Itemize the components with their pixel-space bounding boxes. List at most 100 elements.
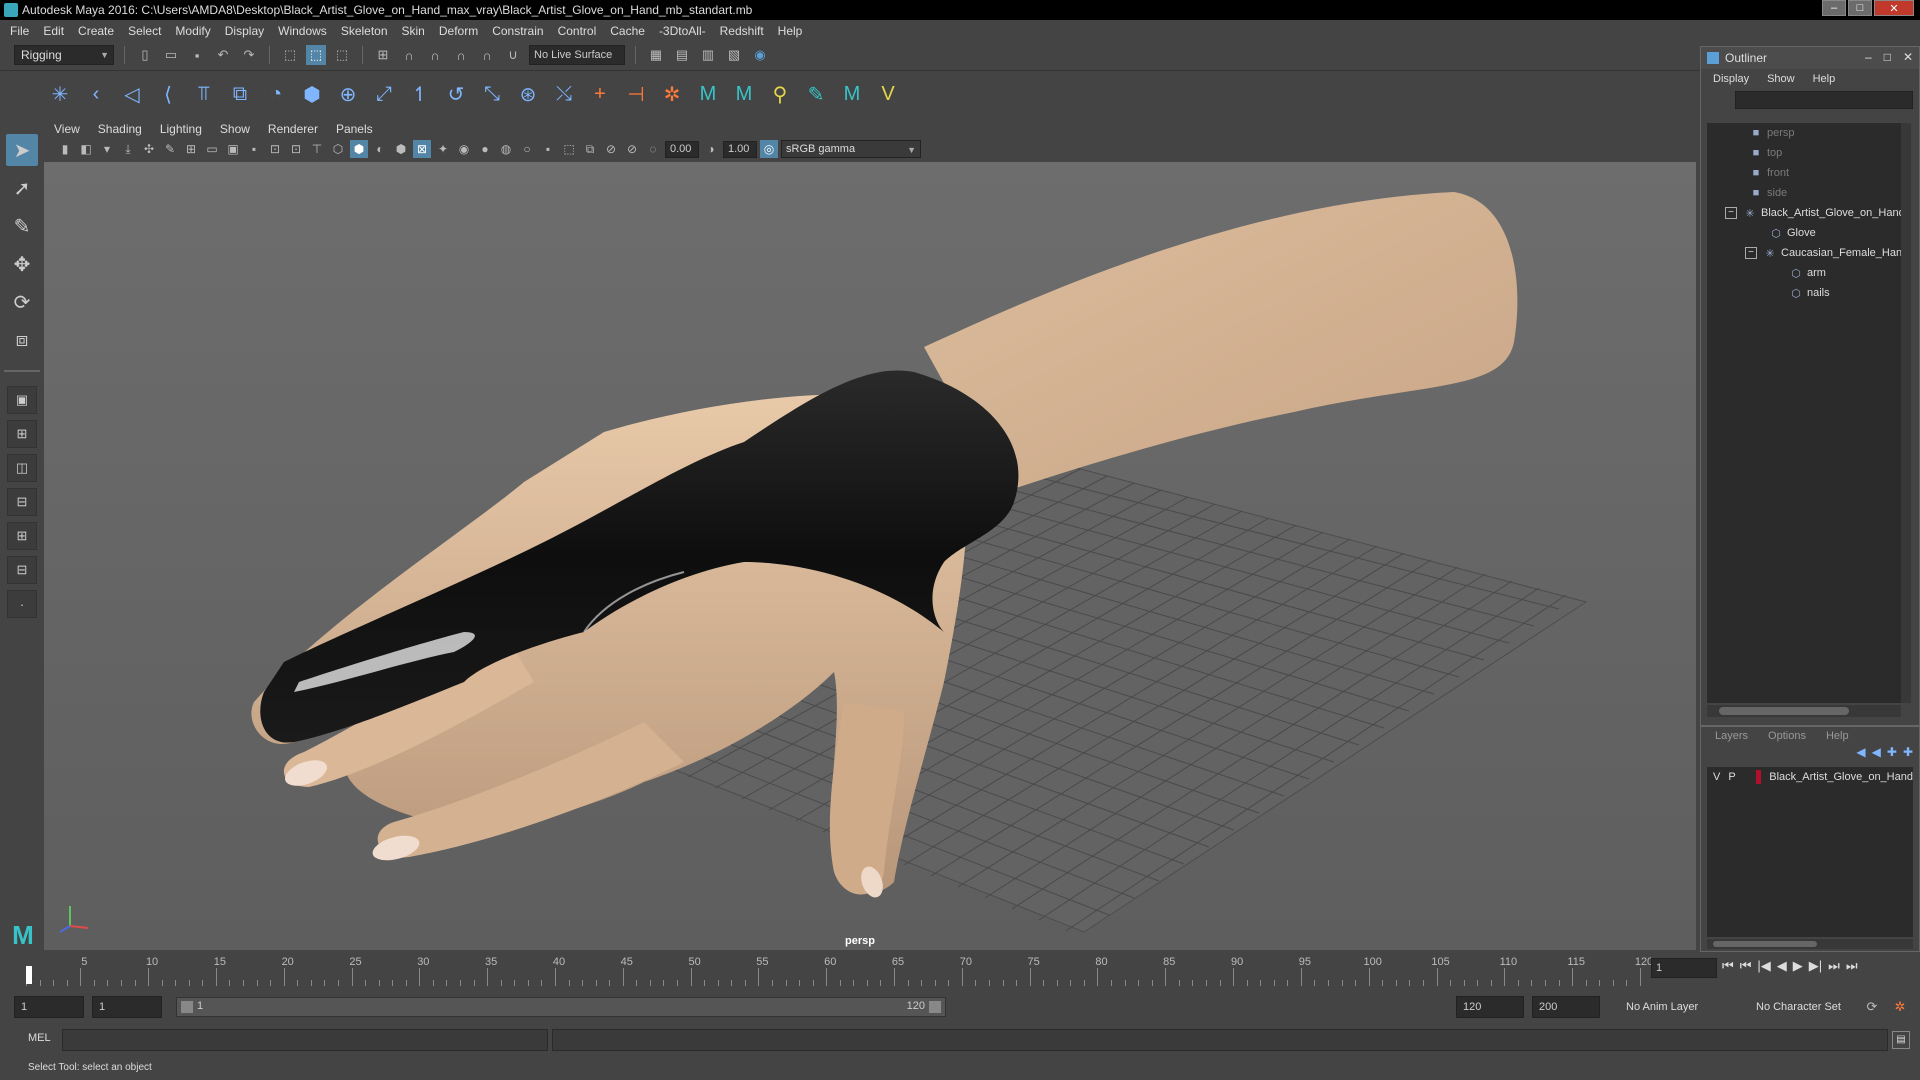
layout-two-icon[interactable]: ◫ [7,454,37,482]
layer-menu-options[interactable]: Options [1768,730,1806,742]
maya-tool-c-icon[interactable]: M [838,81,866,109]
shadows-icon[interactable]: ◉ [455,140,473,158]
outliner-maximize-button[interactable]: □ [1884,50,1891,64]
scale-constraint-icon[interactable]: ⤡ [478,81,506,109]
outliner-item-nails[interactable]: ⬡ nails [1707,283,1911,303]
menu-select[interactable]: Select [128,24,161,38]
gate-mask-icon[interactable]: ▪ [245,140,263,158]
anim-layer-dropdown[interactable]: No Anim Layer [1620,997,1740,1017]
camera-attributes-icon[interactable]: ◧ [77,140,95,158]
preferences-icon[interactable]: ✲ [1890,997,1910,1017]
layer-horizontal-scrollbar[interactable] [1707,939,1913,949]
depth-of-field-icon[interactable]: ▪ [539,140,557,158]
layer-menu-layers[interactable]: Layers [1715,730,1748,742]
step-back-frame-icon[interactable]: |◀ [1757,958,1770,974]
menu-modify[interactable]: Modify [175,24,210,38]
point-constraint-icon[interactable]: ⤢ [370,81,398,109]
layer-visibility-toggle[interactable]: V [1713,771,1720,783]
minimize-button[interactable]: – [1822,0,1846,16]
image-plane-icon[interactable]: ⤓ [119,140,137,158]
layout-single-icon[interactable]: ▣ [7,386,37,414]
collapse-icon[interactable]: − [1725,207,1737,219]
wireframe-icon[interactable]: ⬡ [329,140,347,158]
viewport-menu-view[interactable]: View [54,122,80,136]
layout-custom-icon[interactable]: · [7,590,37,618]
outliner-menu-help[interactable]: Help [1813,73,1836,85]
orient-constraint-icon[interactable]: ↺ [442,81,470,109]
go-to-start-icon[interactable]: ⏮ [1722,958,1734,974]
script-editor-icon[interactable]: ▤ [1892,1031,1910,1049]
snap-view-icon[interactable]: ∩ [451,45,471,65]
scrollbar-thumb[interactable] [1713,941,1817,947]
two-d-pan-icon[interactable]: ✣ [140,140,158,158]
paint-weights-icon[interactable]: ◔ [262,81,290,109]
new-layer-icon[interactable]: ✚ [1887,745,1897,765]
outliner-item-top[interactable]: ■ top [1707,143,1911,163]
gamma-icon[interactable]: ◑ [702,140,720,158]
xray-icon[interactable]: ⧉ [581,140,599,158]
select-hierarchy-icon[interactable]: ⬚ [280,45,300,65]
film-gate-icon[interactable]: ▭ [203,140,221,158]
viewport-menu-panels[interactable]: Panels [336,122,373,136]
play-forward-icon[interactable]: ▶ [1793,958,1803,974]
anti-aliasing-icon[interactable]: ○ [518,140,536,158]
menu-help[interactable]: Help [778,24,803,38]
layer-playback-toggle[interactable]: P [1728,771,1735,783]
locator-icon[interactable]: + [586,81,614,109]
outliner-item-glove[interactable]: ⬡ Glove [1707,223,1911,243]
maya-tool-a-icon[interactable]: M [694,81,722,109]
snap-grid-icon[interactable]: ⊞ [373,45,393,65]
sculpt-brush-icon[interactable]: ✎ [802,81,830,109]
isolate-select-icon[interactable]: ⬚ [560,140,578,158]
lattice-icon[interactable]: ⬢ [298,81,326,109]
layout-four-icon[interactable]: ⊞ [7,420,37,448]
viewport-menu-shading[interactable]: Shading [98,122,142,136]
range-end-handle[interactable] [929,1001,941,1013]
outliner-minimize-button[interactable]: – [1865,50,1872,64]
mel-label[interactable]: MEL [28,1032,51,1044]
joint-tool-icon[interactable]: ✳ [46,81,74,109]
magnet-icon[interactable]: ∪ [503,45,523,65]
aim-constraint-icon[interactable]: ↿ [406,81,434,109]
menu-file[interactable]: File [10,24,29,38]
menu-cache[interactable]: Cache [610,24,645,38]
bind-skin-icon[interactable]: ⧉ [226,81,254,109]
outliner-menu-show[interactable]: Show [1767,73,1795,85]
xray-joints-icon[interactable]: ⊘ [602,140,620,158]
menu-skin[interactable]: Skin [402,24,425,38]
animation-end-field[interactable]: 200 [1532,996,1600,1018]
character-icon[interactable]: ✲ [658,81,686,109]
command-input[interactable] [62,1029,548,1051]
menu-create[interactable]: Create [78,24,114,38]
play-backward-icon[interactable]: ◀ [1777,958,1787,974]
hypershade-icon[interactable]: ◉ [750,45,770,65]
outliner-menu-display[interactable]: Display [1713,73,1749,85]
wireframe-on-shaded-icon[interactable]: ⬢ [392,140,410,158]
new-scene-icon[interactable]: ▯ [135,45,155,65]
move-tool-icon[interactable]: ✥ [6,248,38,280]
scrollbar-thumb[interactable] [1719,707,1849,715]
step-forward-key-icon[interactable]: ⏭ [1828,958,1840,974]
outliner-item-side[interactable]: ■ side [1707,183,1911,203]
render-settings-icon[interactable]: ▦ [646,45,666,65]
smooth-shade-icon[interactable]: ⬢ [350,140,368,158]
menuset-dropdown[interactable]: Rigging ▼ [14,45,114,65]
save-scene-icon[interactable]: ▪ [187,45,207,65]
move-layer-up-icon[interactable]: ◀ [1856,745,1865,765]
ik-handle-icon[interactable]: ◁ [118,81,146,109]
menu-windows[interactable]: Windows [278,24,327,38]
outliner-search-input[interactable] [1735,91,1913,109]
maya-tool-b-icon[interactable]: M [730,81,758,109]
character-set-dropdown[interactable]: No Character Set [1750,997,1870,1017]
insert-joint-icon[interactable]: ‹ [82,81,110,109]
scale-tool-icon[interactable]: ⧈ [6,324,38,356]
outliner-item-caucasian-female-hand[interactable]: − ✳ Caucasian_Female_Hand [1707,243,1911,263]
collapse-icon[interactable]: − [1745,247,1757,259]
rotate-tool-icon[interactable]: ⟳ [6,286,38,318]
layout-persp-graph-icon[interactable]: ⊞ [7,522,37,550]
layer-row[interactable]: V P Black_Artist_Glove_on_Hand [1707,767,1913,787]
select-component-icon[interactable]: ⬚ [332,45,352,65]
menu-redshift[interactable]: Redshift [720,24,764,38]
animation-start-field[interactable]: 1 [14,996,84,1018]
range-bar[interactable]: 1 120 [176,997,946,1017]
